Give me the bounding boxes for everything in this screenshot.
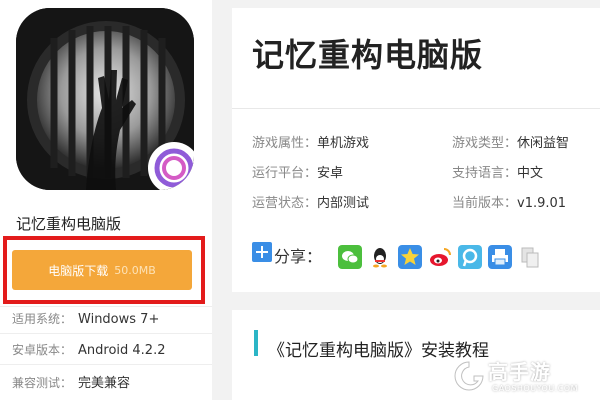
attr-value: 内部测试 <box>317 196 370 211</box>
watermark: 高手游 GAOSHOUYOU.COM <box>452 356 592 400</box>
attr-platform: 运行平台：安卓 <box>252 162 343 181</box>
qq-icon[interactable] <box>368 245 392 269</box>
spec-label: 兼容测试： <box>12 376 73 390</box>
attr-value: 单机游戏 <box>317 136 370 151</box>
weibo-icon[interactable] <box>428 245 452 269</box>
app-sidebar: 记忆重构电脑版 电脑版下载 50.0MB 适用系统： Windows 7+ 安卓版… <box>0 0 212 400</box>
attr-version: 当前版本：v1.9.01 <box>452 192 566 211</box>
copy-icon[interactable] <box>518 245 542 269</box>
spec-value: Android 4.2.2 <box>78 343 166 358</box>
section-accent-bar <box>254 330 258 356</box>
page-title: 记忆重构电脑版 <box>252 36 484 74</box>
attr-value: v1.9.01 <box>517 196 567 211</box>
spec-system: 适用系统： Windows 7+ <box>12 310 159 327</box>
tencent-weibo-icon[interactable] <box>458 245 482 269</box>
app-name: 记忆重构电脑版 <box>16 215 122 233</box>
attr-value: 中文 <box>517 166 544 181</box>
app-artwork <box>16 8 194 190</box>
wechat-icon[interactable] <box>338 245 362 269</box>
divider <box>232 108 600 109</box>
brand-logo-icon <box>454 361 484 391</box>
attr-key: 运营状态： <box>252 196 318 211</box>
attr-key: 当前版本： <box>452 196 518 211</box>
download-label: 电脑版下载 <box>48 263 109 278</box>
divider <box>0 306 212 307</box>
game-info-panel: 记忆重构电脑版 游戏属性：单机游戏 游戏类型：休闲益智 运行平台：安卓 支持语言… <box>232 8 600 292</box>
spec-compat: 兼容测试： 完美兼容 <box>12 372 130 391</box>
spec-label: 安卓版本： <box>12 343 73 357</box>
attr-type: 游戏类型：休闲益智 <box>452 132 569 151</box>
attr-key: 运行平台： <box>252 166 318 181</box>
watermark-brand: 高手游 <box>488 360 551 384</box>
attr-key: 游戏属性： <box>252 136 318 151</box>
app-icon[interactable] <box>16 8 194 190</box>
qzone-icon[interactable] <box>398 245 422 269</box>
download-size: 50.0MB <box>114 263 156 277</box>
share-label: 分享： <box>274 247 323 266</box>
divider <box>0 333 212 334</box>
divider <box>0 364 212 365</box>
attr-value: 安卓 <box>317 166 344 181</box>
attr-key: 游戏类型： <box>452 136 518 151</box>
watermark-domain: GAOSHOUYOU.COM <box>492 384 579 393</box>
attr-status: 运营状态：内部测试 <box>252 192 369 211</box>
attr-key: 支持语言： <box>452 166 518 181</box>
spec-label: 适用系统： <box>12 312 73 326</box>
attr-property: 游戏属性：单机游戏 <box>252 132 369 151</box>
attr-value: 休闲益智 <box>517 136 570 151</box>
spec-android: 安卓版本： Android 4.2.2 <box>12 341 166 358</box>
share-plus-icon[interactable] <box>252 242 272 262</box>
download-button[interactable]: 电脑版下载 50.0MB <box>12 250 192 290</box>
spec-value: 完美兼容 <box>78 376 131 391</box>
spec-value: Windows 7+ <box>78 312 160 327</box>
print-icon[interactable] <box>488 245 512 269</box>
attr-language: 支持语言：中文 <box>452 162 543 181</box>
